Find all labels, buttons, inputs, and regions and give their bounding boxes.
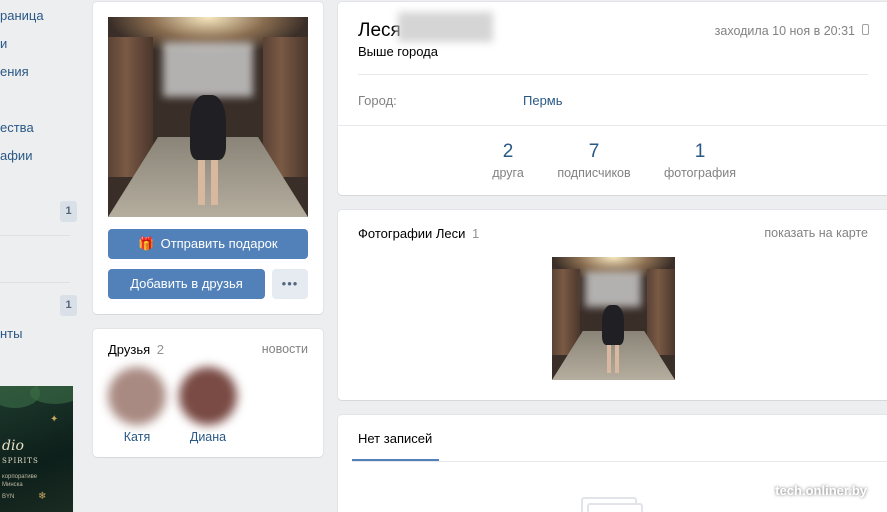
wall-tab[interactable]: Нет записей <box>358 431 432 446</box>
nav-item-documents[interactable]: нты <box>0 326 22 341</box>
ad-subtitle: SPIRITS <box>2 457 39 465</box>
empty-wall-icon-back <box>587 503 643 512</box>
more-actions-button[interactable]: ••• <box>272 269 308 299</box>
friend-avatar[interactable] <box>179 367 237 425</box>
photos-header[interactable]: Фотографии Леси 1 <box>358 226 479 241</box>
person-leg <box>607 345 611 373</box>
ornament-icon: ✦ <box>50 414 59 425</box>
ad-banner[interactable]: ✦ ❄ dio SPIRITS корпоративе Минска BYN <box>0 386 73 512</box>
nav-item-messages[interactable]: ения <box>0 64 29 79</box>
counter-value: 2 <box>502 141 514 162</box>
person-leg <box>211 160 218 205</box>
add-friend-button[interactable]: Добавить в друзья <box>108 269 265 299</box>
nav-item-photos[interactable]: афии <box>0 148 32 163</box>
nav-divider <box>0 235 70 236</box>
counter-label: фотография <box>664 166 736 180</box>
counter-value: 7 <box>588 141 600 162</box>
gift-icon: 🎁 <box>138 236 155 251</box>
nav-badge: 1 <box>60 295 77 316</box>
ad-line-1: корпоративе <box>2 474 38 480</box>
last-seen: заходила 10 ноя в 20:31 <box>714 24 855 38</box>
photos-card: Фотографии Леси 1 показать на карте <box>338 210 887 400</box>
ad-price: BYN <box>2 494 15 500</box>
photos-title: Фотографии Леси <box>358 226 466 241</box>
show-on-map-link[interactable]: показать на карте <box>764 226 868 240</box>
city-label: Город: <box>358 93 397 108</box>
friends-news-link[interactable]: новости <box>262 342 308 356</box>
person-figure <box>602 305 624 345</box>
friends-header[interactable]: Друзья 2 <box>108 342 164 357</box>
snowflake-icon: ❄ <box>38 491 47 502</box>
face-blur <box>163 42 253 97</box>
profile-status[interactable]: Выше города <box>358 44 438 59</box>
ad-description: корпоративе Минска <box>2 473 62 489</box>
counter-value: 1 <box>694 141 706 162</box>
nav-divider <box>0 282 70 283</box>
nav-item-news[interactable]: и <box>0 36 7 51</box>
send-gift-label: Отправить подарок <box>160 236 278 251</box>
profile-name: Леся <box>358 20 401 41</box>
counter-label: друга <box>492 166 524 180</box>
watermark: tech.onliner.by <box>775 483 867 498</box>
nav-item-page[interactable]: раница <box>0 8 44 23</box>
friend-name[interactable]: Диана <box>179 430 237 444</box>
person-leg <box>615 345 619 373</box>
ad-line-2: Минска <box>2 482 23 488</box>
divider <box>338 125 887 126</box>
person-leg <box>198 160 205 205</box>
divider <box>358 74 868 75</box>
profile-info-card: Леся заходила 10 ноя в 20:31 Выше города… <box>338 2 887 195</box>
profile-photo[interactable] <box>108 17 308 217</box>
photos-count: 1 <box>472 226 480 241</box>
nav-badge: 1 <box>60 201 77 222</box>
counter-label: подписчиков <box>557 166 631 180</box>
branch-decoration <box>30 386 73 404</box>
friend-avatar[interactable] <box>108 367 166 425</box>
surname-blur <box>398 12 493 42</box>
friends-count: 2 <box>156 342 165 357</box>
face-blur <box>585 271 641 307</box>
person-figure <box>190 95 226 160</box>
ad-title: dio <box>2 438 24 454</box>
photo-thumbnail[interactable] <box>552 257 675 380</box>
friend-name[interactable]: Катя <box>108 430 166 444</box>
divider <box>352 461 887 462</box>
mobile-icon <box>862 24 869 35</box>
nav-item-communities[interactable]: ества <box>0 120 34 135</box>
avatar-card: 🎁 Отправить подарок Добавить в друзья ••• <box>93 2 323 314</box>
friends-title: Друзья <box>108 342 151 357</box>
city-link[interactable]: Пермь <box>523 93 563 108</box>
friends-card: Друзья 2 новости Катя Диана <box>93 329 323 457</box>
send-gift-button[interactable]: 🎁 Отправить подарок <box>108 229 308 259</box>
